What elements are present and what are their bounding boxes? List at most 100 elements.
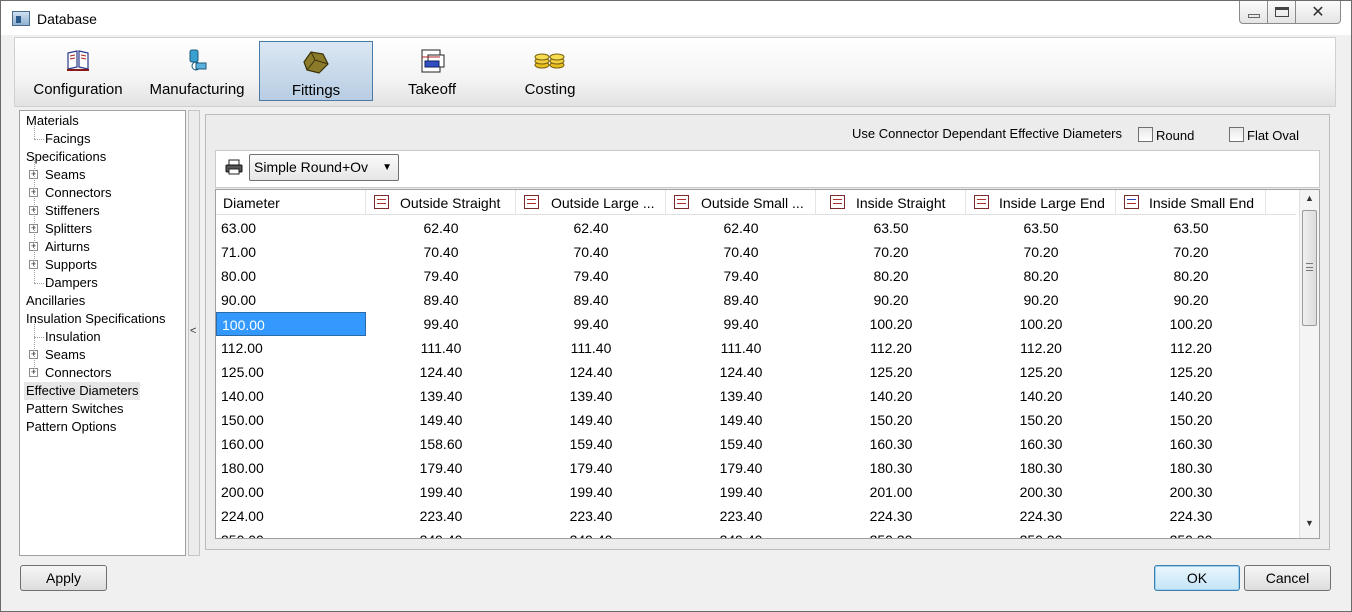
value-cell[interactable]: 149.40 — [666, 408, 816, 432]
column-header-outside-small[interactable]: Outside Small ... — [666, 190, 816, 215]
value-cell[interactable]: 180.30 — [816, 456, 966, 480]
value-cell[interactable]: 90.20 — [1116, 288, 1266, 312]
value-cell[interactable]: 159.40 — [516, 432, 666, 456]
value-cell[interactable]: 201.00 — [816, 480, 966, 504]
diameter-cell[interactable]: 125.00 — [216, 360, 366, 384]
value-cell[interactable]: 63.50 — [1116, 216, 1266, 240]
value-cell[interactable]: 80.20 — [966, 264, 1116, 288]
value-cell[interactable]: 140.20 — [816, 384, 966, 408]
value-cell[interactable]: 223.40 — [366, 504, 516, 528]
value-cell[interactable]: 150.20 — [966, 408, 1116, 432]
value-cell[interactable]: 224.30 — [966, 504, 1116, 528]
scroll-down-icon[interactable]: ▼ — [1300, 518, 1319, 535]
tree-item[interactable]: Stiffeners — [45, 202, 100, 220]
value-cell[interactable]: 249.40 — [666, 528, 816, 538]
value-cell[interactable]: 150.20 — [1116, 408, 1266, 432]
diameter-cell[interactable]: 180.00 — [216, 456, 366, 480]
value-cell[interactable]: 63.50 — [816, 216, 966, 240]
value-cell[interactable]: 80.20 — [816, 264, 966, 288]
toolbar-fittings-button[interactable]: Fittings — [259, 41, 373, 101]
value-cell[interactable]: 179.40 — [366, 456, 516, 480]
tree-item[interactable]: Ancillaries — [26, 292, 85, 310]
value-cell[interactable]: 150.20 — [816, 408, 966, 432]
value-cell[interactable]: 112.20 — [1116, 336, 1266, 360]
print-icon[interactable] — [225, 159, 243, 175]
tree-item[interactable]: Splitters — [45, 220, 92, 238]
column-header-diameter[interactable]: Diameter — [216, 190, 366, 215]
table-row[interactable]: 180.00 179.40 179.40 179.40 180.30 180.30 180.… — [216, 456, 1296, 480]
value-cell[interactable]: 80.20 — [1116, 264, 1266, 288]
fitting-type-dropdown[interactable]: Simple Round+Ov ▼ — [249, 154, 399, 181]
value-cell[interactable]: 63.50 — [966, 216, 1116, 240]
diameter-cell[interactable]: 71.00 — [216, 240, 366, 264]
diameter-cell[interactable]: 63.00 — [216, 216, 366, 240]
value-cell[interactable]: 199.40 — [666, 480, 816, 504]
value-cell[interactable]: 180.30 — [966, 456, 1116, 480]
vertical-scrollbar[interactable]: ▲ ▼ — [1299, 190, 1319, 538]
value-cell[interactable]: 70.20 — [966, 240, 1116, 264]
value-cell[interactable]: 139.40 — [366, 384, 516, 408]
value-cell[interactable]: 125.20 — [1116, 360, 1266, 384]
value-cell[interactable]: 224.30 — [816, 504, 966, 528]
diameter-cell[interactable]: 250.00 — [216, 528, 366, 538]
value-cell[interactable]: 250.30 — [816, 528, 966, 538]
value-cell[interactable]: 62.40 — [366, 216, 516, 240]
table-row[interactable]: 100.00 99.40 99.40 99.40 100.20 100.20 100.20 — [216, 312, 1296, 336]
maximize-button[interactable] — [1267, 1, 1295, 24]
value-cell[interactable]: 79.40 — [366, 264, 516, 288]
value-cell[interactable]: 112.20 — [966, 336, 1116, 360]
value-cell[interactable]: 70.40 — [666, 240, 816, 264]
value-cell[interactable]: 149.40 — [366, 408, 516, 432]
value-cell[interactable]: 124.40 — [366, 360, 516, 384]
cancel-button[interactable]: Cancel — [1244, 565, 1331, 591]
value-cell[interactable]: 70.20 — [816, 240, 966, 264]
value-cell[interactable]: 149.40 — [516, 408, 666, 432]
tree-item[interactable]: Insulation Specifications — [26, 310, 165, 328]
value-cell[interactable]: 200.30 — [1116, 480, 1266, 504]
value-cell[interactable]: 140.20 — [1116, 384, 1266, 408]
value-cell[interactable]: 139.40 — [516, 384, 666, 408]
ok-button[interactable]: OK — [1154, 565, 1240, 591]
value-cell[interactable]: 250.30 — [1116, 528, 1266, 538]
diameter-cell[interactable]: 112.00 — [216, 336, 366, 360]
value-cell[interactable]: 62.40 — [516, 216, 666, 240]
table-row[interactable]: 71.00 70.40 70.40 70.40 70.20 70.20 70.20 — [216, 240, 1296, 264]
table-row[interactable]: 112.00 111.40 111.40 111.40 112.20 112.20 112.… — [216, 336, 1296, 360]
value-cell[interactable]: 111.40 — [516, 336, 666, 360]
value-cell[interactable]: 179.40 — [516, 456, 666, 480]
tree-item[interactable]: Supports — [45, 256, 97, 274]
diameter-cell[interactable]: 100.00 — [216, 312, 366, 336]
column-header-outside-straight[interactable]: Outside Straight — [366, 190, 516, 215]
diameter-cell[interactable]: 90.00 — [216, 288, 366, 312]
value-cell[interactable]: 79.40 — [516, 264, 666, 288]
value-cell[interactable]: 199.40 — [516, 480, 666, 504]
minimize-button[interactable] — [1239, 1, 1267, 24]
column-header-outside-large[interactable]: Outside Large ... — [516, 190, 666, 215]
value-cell[interactable]: 90.20 — [816, 288, 966, 312]
tree-item[interactable]: Connectors — [45, 364, 111, 382]
diameter-cell[interactable]: 224.00 — [216, 504, 366, 528]
value-cell[interactable]: 250.30 — [966, 528, 1116, 538]
round-checkbox[interactable] — [1138, 127, 1153, 142]
value-cell[interactable]: 179.40 — [666, 456, 816, 480]
value-cell[interactable]: 89.40 — [516, 288, 666, 312]
value-cell[interactable]: 159.40 — [666, 432, 816, 456]
value-cell[interactable]: 89.40 — [666, 288, 816, 312]
table-row[interactable]: 90.00 89.40 89.40 89.40 90.20 90.20 90.20 — [216, 288, 1296, 312]
tree-item[interactable]: Effective Diameters — [24, 382, 141, 400]
value-cell[interactable]: 70.20 — [1116, 240, 1266, 264]
scroll-thumb[interactable] — [1302, 210, 1317, 326]
value-cell[interactable]: 99.40 — [366, 312, 516, 336]
toolbar-costing-button[interactable]: Costing — [493, 41, 607, 101]
value-cell[interactable]: 199.40 — [366, 480, 516, 504]
table-row[interactable]: 125.00 124.40 124.40 124.40 125.20 125.20 125.… — [216, 360, 1296, 384]
table-row[interactable]: 160.00 158.60 159.40 159.40 160.30 160.30 160.… — [216, 432, 1296, 456]
diameter-cell[interactable]: 150.00 — [216, 408, 366, 432]
close-button[interactable]: ✕ — [1295, 1, 1341, 24]
tree-item[interactable]: Dampers — [45, 274, 98, 292]
tree-item[interactable]: Pattern Switches — [26, 400, 124, 418]
column-header-inside-straight[interactable]: Inside Straight — [816, 190, 966, 215]
panel-splitter[interactable]: < — [188, 110, 200, 556]
value-cell[interactable]: 124.40 — [666, 360, 816, 384]
value-cell[interactable]: 70.40 — [516, 240, 666, 264]
